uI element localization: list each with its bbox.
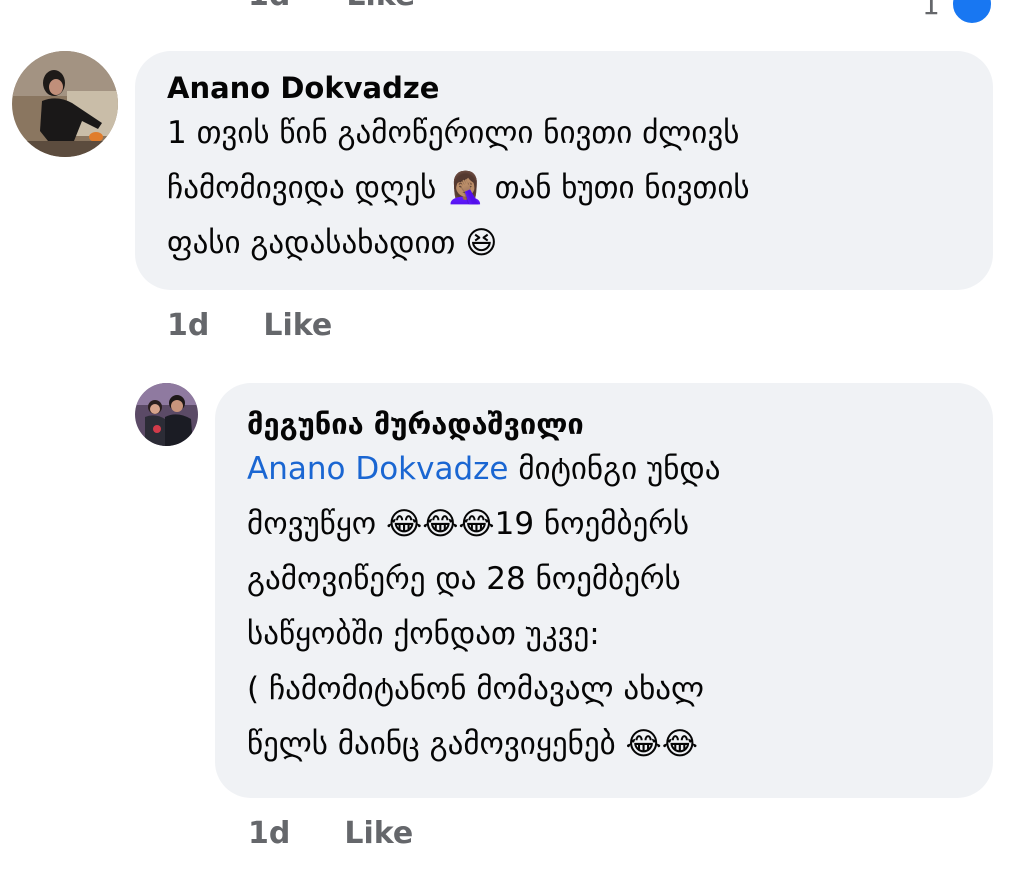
tears-of-joy-emoji-icon: 😂😂😂 xyxy=(385,506,495,542)
comment-line: 1 თვის წინ გამოწერილი ნივთი ძლივს xyxy=(167,115,740,151)
mention-link[interactable]: Anano Dokvadze xyxy=(247,451,508,487)
previous-comment-time[interactable]: 1d xyxy=(248,0,290,13)
reply-actions: 1d Like xyxy=(248,816,413,851)
reply-text: Anano Dokvadze მიტინგი უნდა მოვუწყო 😂😂😂1… xyxy=(247,442,963,772)
comment-line-text: ჩამომივიდა დღეს xyxy=(167,170,437,206)
comment-line: ( ჩამომიტანონ მომავალ ახალ xyxy=(247,671,705,707)
reply-bubble: მეგუნია მურადაშვილი Anano Dokvadze მიტინ… xyxy=(215,383,993,798)
comment-text: 1 თვის წინ გამოწერილი ნივთი ძლივს ჩამომი… xyxy=(167,106,963,271)
comment-author[interactable]: Anano Dokvadze xyxy=(167,69,963,107)
previous-comment-reactions[interactable]: 1 xyxy=(922,0,994,26)
comment-line: მოვუწყო 😂😂😂19 ნოემბერს xyxy=(247,497,963,552)
like-button[interactable]: Like xyxy=(344,816,413,851)
comment-line-text: მოვუწყო xyxy=(247,506,377,542)
like-reaction-icon xyxy=(949,0,994,26)
reaction-count: 1 xyxy=(922,0,940,21)
comment-actions: 1d Like xyxy=(167,308,332,343)
comment-bubble: Anano Dokvadze 1 თვის წინ გამოწერილი ნივ… xyxy=(135,51,993,290)
comment-line: გამოვიწერე და 28 ნოემბერს xyxy=(247,561,681,597)
reply-time[interactable]: 1d xyxy=(248,816,290,851)
comment-line-text: წელს მაინც გამოვიყენებ xyxy=(247,726,616,762)
comment-time[interactable]: 1d xyxy=(167,308,209,343)
laughing-emoji-icon: 😆 xyxy=(465,225,498,261)
previous-comment-like-button[interactable]: Like xyxy=(346,0,415,13)
avatar[interactable] xyxy=(12,51,118,157)
comment-line: ჩამომივიდა დღეს 🤦🏽‍♀️ თან ხუთი ნივთის xyxy=(167,161,963,216)
comment-line: საწყობში ქონდათ უკვე: xyxy=(247,616,600,652)
comment-line-text: მიტინგი უნდა xyxy=(518,451,721,487)
reply-author[interactable]: მეგუნია მურადაშვილი xyxy=(247,405,963,443)
comment-line-text: თან ხუთი ნივთის xyxy=(494,170,750,206)
avatar[interactable] xyxy=(135,383,198,446)
comment-line-text: 19 ნოემბერს xyxy=(494,506,690,542)
comment-line: Anano Dokvadze მიტინგი უნდა xyxy=(247,442,963,497)
previous-comment-actions: 1d Like xyxy=(248,0,415,13)
comment-line-text: ფასი გადასახადით xyxy=(167,225,456,261)
comment-line: წელს მაინც გამოვიყენებ 😂😂 xyxy=(247,717,963,772)
comment-line: ფასი გადასახადით 😆 xyxy=(167,216,963,271)
like-button[interactable]: Like xyxy=(263,308,332,343)
tears-of-joy-emoji-icon: 😂😂 xyxy=(625,726,698,762)
facepalm-emoji-icon: 🤦🏽‍♀️ xyxy=(446,170,485,206)
